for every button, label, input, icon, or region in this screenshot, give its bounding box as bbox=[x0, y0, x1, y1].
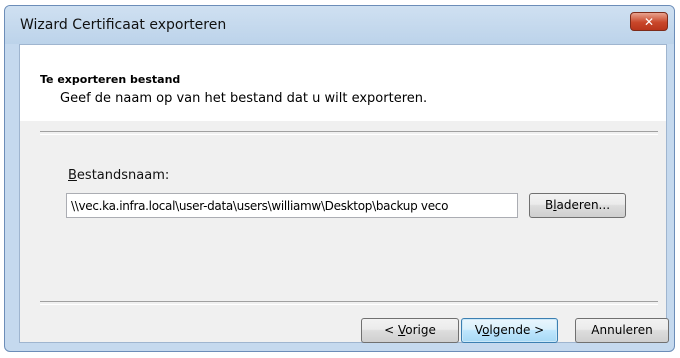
back-label-accelerator: V bbox=[397, 323, 406, 337]
footer-divider bbox=[40, 301, 658, 305]
wizard-header: Te exporteren bestand Geef de naam op va… bbox=[20, 45, 666, 121]
next-label-part: lgende > bbox=[489, 323, 545, 337]
filename-label-accelerator: B bbox=[68, 168, 77, 183]
back-label-part: orige bbox=[405, 323, 436, 337]
back-label-part: < bbox=[384, 323, 398, 337]
title-bar[interactable]: Wizard Certificaat exporteren ✕ bbox=[5, 6, 674, 44]
close-button[interactable]: ✕ bbox=[630, 12, 668, 31]
window-title: Wizard Certificaat exporteren bbox=[20, 17, 227, 33]
back-button[interactable]: < Vorige bbox=[361, 318, 459, 343]
wizard-content: Te exporteren bestand Geef de naam op va… bbox=[19, 44, 669, 343]
export-certificate-wizard-window: Wizard Certificaat exporteren ✕ Te expor… bbox=[4, 5, 675, 352]
close-icon: ✕ bbox=[643, 14, 655, 29]
page-title: Te exporteren bestand bbox=[40, 73, 181, 86]
next-label-accelerator: o bbox=[482, 323, 490, 337]
next-label-part: V bbox=[474, 323, 483, 337]
filename-label: Bestandsnaam: bbox=[68, 168, 169, 183]
browse-button[interactable]: Bladeren... bbox=[529, 193, 626, 218]
browse-label-part: aderen... bbox=[556, 198, 611, 212]
cancel-label: Annuleren bbox=[591, 323, 653, 337]
filename-label-text: estandsnaam: bbox=[76, 168, 170, 183]
cancel-button[interactable]: Annuleren bbox=[575, 318, 669, 343]
header-divider bbox=[40, 131, 658, 135]
next-button[interactable]: Volgende > bbox=[461, 318, 558, 343]
page-subtitle: Geef de naam op van het bestand dat u wi… bbox=[60, 91, 428, 106]
filename-input[interactable] bbox=[66, 193, 518, 218]
browse-label-accelerator: l bbox=[553, 198, 557, 212]
browse-label-part: B bbox=[544, 198, 554, 212]
